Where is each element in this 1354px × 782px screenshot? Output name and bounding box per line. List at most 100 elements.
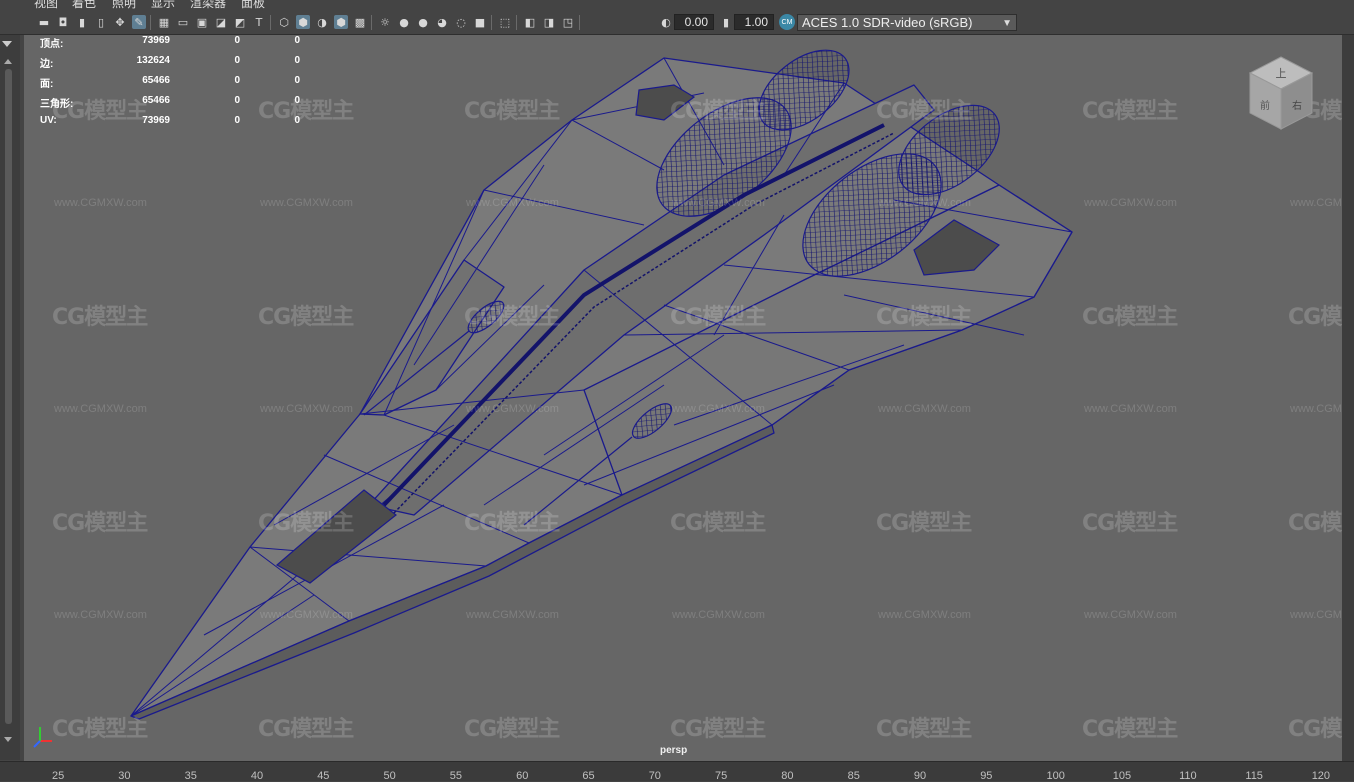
watermark-logo: CG模型主: [670, 305, 766, 330]
view-cube[interactable]: 上 前 右: [1246, 55, 1316, 135]
ruler-frame-number: 30: [118, 770, 131, 782]
watermark-logo: CG模型主: [464, 717, 560, 742]
watermark-logo: CG模型主: [1082, 99, 1178, 124]
toolbar-separator: [491, 15, 492, 30]
hud-v1: 73969: [142, 35, 170, 46]
scroll-down-icon[interactable]: [4, 737, 12, 742]
hud-stat-row: 边: 132624 0 0: [40, 55, 300, 70]
ruler-frame-number: 25: [52, 770, 65, 782]
wireframe-icon[interactable]: ⬡: [277, 15, 291, 29]
smooth-shade-icon[interactable]: ⬢: [296, 15, 310, 29]
watermark-logo: CG模型主: [1288, 305, 1342, 330]
ruler-frame-number: 90: [913, 770, 927, 782]
watermark-url: www.CGMXW.com: [878, 609, 971, 621]
depth-of-field-icon[interactable]: ■: [473, 15, 487, 29]
hud-v3: 0: [294, 55, 300, 66]
default-material-icon[interactable]: ◑: [315, 15, 329, 29]
menu-item[interactable]: 着色: [72, 0, 96, 11]
xray-icon[interactable]: ◧: [523, 15, 537, 29]
watermark-url: www.CGMXW.com: [54, 609, 147, 621]
camera-icon[interactable]: ▬: [37, 15, 51, 29]
shadows-icon[interactable]: ●: [397, 15, 411, 29]
textured-icon[interactable]: ▩: [353, 15, 367, 29]
watermark-url: www.CGMXW.com: [260, 197, 353, 209]
viewport-toolbar: ▬ ◘ ▮ ▯ ✥ ✎ ▦ ▭ ▣ ◪ ◩ T ⬡ ⬢ ◑ ⬢ ▩ ☼ ● ● ◕ ◌ ■ ⬚ ◧ ◨ ◳ ◐ 0.00 ▮ 1.0…: [0, 11, 1354, 35]
scroll-up-icon[interactable]: [4, 59, 12, 64]
gamma-field[interactable]: 1.00: [734, 14, 774, 30]
menu-item[interactable]: 视图: [34, 0, 58, 11]
watermark-logo: CG模型主: [1082, 717, 1178, 742]
exposure-icon[interactable]: ◐: [659, 15, 673, 29]
menu-item[interactable]: 显示: [151, 0, 175, 11]
watermark-url: www.CGMXW.com: [54, 403, 147, 415]
watermark-logo: CG模型主: [464, 511, 560, 536]
two-d-pan-icon[interactable]: ✥: [113, 15, 127, 29]
watermark-url: www.CGMXW.com: [1084, 197, 1177, 209]
grid-icon[interactable]: ▦: [157, 15, 171, 29]
ruler-frame-number: 105: [1112, 770, 1132, 782]
hud-label: 面:: [40, 79, 54, 90]
viewcube-top-label: 上: [1276, 67, 1287, 80]
wireframe-on-shaded-icon[interactable]: ⬢: [334, 15, 348, 29]
xray-joints-icon[interactable]: ◳: [561, 15, 575, 29]
ruler-frame-number: 40: [250, 770, 264, 782]
hud-v2: 0: [234, 55, 240, 66]
watermark-logo: CG模型主: [1082, 305, 1178, 330]
watermark-url: www.CGMXW.com: [878, 197, 971, 209]
anti-aliasing-icon[interactable]: ◌: [454, 15, 468, 29]
field-chart-icon[interactable]: ◩: [233, 15, 247, 29]
watermark-logo: CG模型主: [258, 511, 354, 536]
watermark-logo: CG模型主: [258, 717, 354, 742]
image-plane-icon[interactable]: ▯: [94, 15, 108, 29]
viewport-menu-bar: 视图 着色 照明 显示 渲染器 面板: [0, 0, 1354, 11]
watermark-logo: CG模型主: [52, 511, 148, 536]
resolution-gate-icon[interactable]: ▣: [195, 15, 209, 29]
hud-v2: 0: [234, 95, 240, 106]
watermark-logo: CG模型主: [670, 99, 766, 124]
hud-label: 顶点:: [40, 39, 64, 50]
ruler-frame-number: 60: [516, 770, 529, 782]
watermark-logo: CG模型主: [52, 305, 148, 330]
bookmark-icon[interactable]: ▮: [75, 15, 89, 29]
toolbar-separator: [579, 15, 580, 30]
ruler-frame-number: 75: [715, 770, 728, 782]
hud-stat-row: 顶点: 73969 0 0: [40, 35, 300, 50]
color-space-dropdown[interactable]: ACES 1.0 SDR-video (sRGB) ▼: [797, 14, 1017, 31]
panel-menu-arrow-icon[interactable]: [2, 41, 12, 47]
lights-icon[interactable]: ☼: [378, 15, 392, 29]
menu-item[interactable]: 照明: [112, 0, 136, 11]
watermark-logo: CG模型主: [52, 717, 148, 742]
watermark-logo: CG模型主: [876, 305, 972, 330]
exposure-field[interactable]: 0.00: [674, 14, 714, 30]
ambient-occlusion-icon[interactable]: ●: [416, 15, 430, 29]
toolbar-separator: [516, 15, 517, 30]
chevron-down-icon: ▼: [1002, 18, 1012, 29]
motion-blur-icon[interactable]: ◕: [435, 15, 449, 29]
perspective-viewport[interactable]: 顶点: 73969 0 0 边: 132624 0 0 面: 65466 0 0 三角形: 65466 0 0…: [24, 35, 1342, 761]
menu-item[interactable]: 渲染器: [190, 0, 226, 11]
time-slider-ruler[interactable]: 25 30 35 40 45 50 55 60 65 70 75 80 85 90 95 100 105 110 1…: [0, 761, 1354, 782]
hud-v3: 0: [294, 35, 300, 46]
ruler-frame-number: 120: [1311, 770, 1331, 782]
isolate-select-icon[interactable]: ⬚: [498, 15, 512, 29]
color-management-toggle[interactable]: CM: [779, 14, 795, 30]
ruler-frame-number: 45: [317, 770, 330, 782]
menu-item[interactable]: 面板: [241, 0, 265, 11]
film-gate-icon[interactable]: ▭: [176, 15, 190, 29]
watermark-url: www.CGMXW.com: [466, 197, 559, 209]
watermark-logo: CG模型主: [258, 99, 354, 124]
grease-pencil-icon[interactable]: ✎: [132, 15, 146, 29]
gate-mask-icon[interactable]: ◪: [214, 15, 228, 29]
camera-attributes-icon[interactable]: ◘: [56, 15, 70, 29]
xray-active-icon[interactable]: ◨: [542, 15, 556, 29]
vertical-scrollbar[interactable]: [5, 69, 12, 724]
spaceship-wireframe-model[interactable]: [24, 35, 1342, 761]
watermark-url: www.CGMXW.com: [1084, 609, 1177, 621]
safe-action-icon[interactable]: T: [252, 15, 266, 29]
gamma-icon[interactable]: ▮: [719, 15, 733, 29]
watermark-logo: CG模型主: [52, 99, 148, 124]
watermark-url: www.CGMXW.com: [466, 403, 559, 415]
viewcube-front-label: 前: [1260, 99, 1270, 112]
ruler-frame-number: 80: [781, 770, 794, 782]
watermark-logo: CG模型主: [670, 511, 766, 536]
